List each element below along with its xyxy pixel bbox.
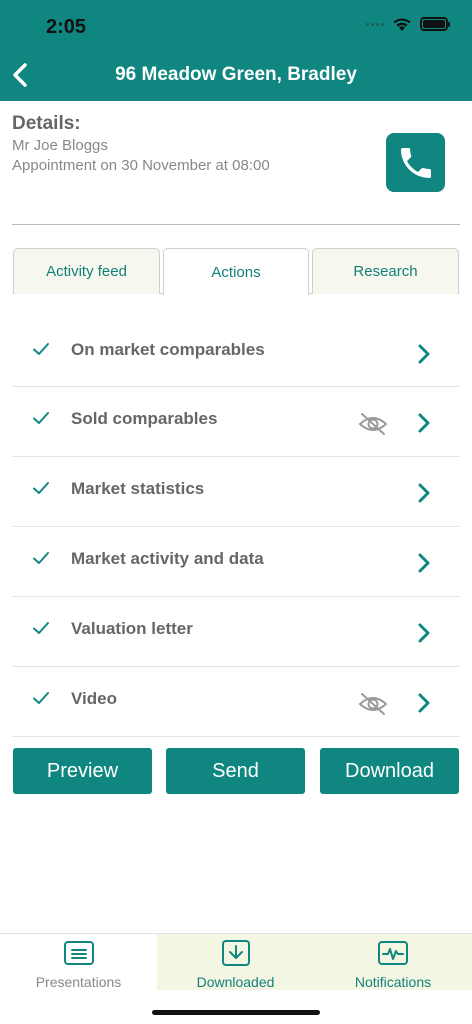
nav-presentations[interactable]: Presentations: [0, 934, 157, 990]
action-row-market-statistics[interactable]: Market statistics: [12, 457, 460, 527]
details-section: Details: Mr Joe Bloggs Appointment on 30…: [12, 113, 270, 175]
chevron-right-icon: [418, 344, 430, 364]
nav-downloaded[interactable]: Downloaded: [157, 934, 314, 990]
details-heading: Details:: [12, 113, 81, 134]
preview-button[interactable]: Preview: [13, 748, 152, 794]
call-button[interactable]: [386, 133, 445, 192]
app-header: 2:05 96 Meadow Green, Bradley: [0, 0, 472, 101]
action-row-valuation-letter[interactable]: Valuation letter: [12, 597, 460, 667]
check-icon: [33, 692, 49, 704]
action-label: Sold comparables: [71, 409, 218, 428]
status-time: 2:05: [46, 16, 87, 38]
tab-activity-feed[interactable]: Activity feed: [13, 248, 160, 294]
chevron-right-icon: [418, 623, 430, 643]
button-row: Preview Send Download: [13, 748, 459, 794]
nav-notifications[interactable]: Notifications: [314, 934, 472, 990]
tab-bar: Activity feed Actions Research: [12, 248, 460, 295]
divider: [12, 224, 460, 225]
download-button[interactable]: Download: [320, 748, 459, 794]
nav-label: Presentations: [35, 974, 122, 990]
check-icon: [33, 482, 49, 494]
eye-slash-icon[interactable]: [358, 412, 388, 436]
nav-label: Notifications: [354, 974, 432, 990]
battery-icon: [420, 17, 450, 31]
chevron-right-icon: [418, 693, 430, 713]
appointment-text: Appointment on 30 November at 08:00: [12, 157, 270, 174]
action-label: Market statistics: [71, 479, 205, 498]
page-title: 96 Meadow Green, Bradley: [115, 64, 357, 85]
activity-icon: [378, 941, 408, 965]
action-label: Valuation letter: [71, 619, 193, 638]
home-indicator: [152, 1010, 320, 1015]
action-row-video[interactable]: Video: [12, 667, 460, 737]
phone-icon: [400, 147, 431, 178]
check-icon: [33, 343, 49, 355]
action-label: On market comparables: [71, 340, 265, 359]
wifi-icon: [393, 18, 411, 31]
action-row-sold-comparables[interactable]: Sold comparables: [12, 387, 460, 457]
tab-research[interactable]: Research: [312, 248, 459, 294]
status-bar: 2:05: [0, 0, 472, 50]
action-label: Market activity and data: [71, 549, 264, 568]
check-icon: [33, 412, 49, 424]
eye-slash-icon[interactable]: [358, 692, 388, 716]
chevron-right-icon: [418, 553, 430, 573]
send-button[interactable]: Send: [166, 748, 305, 794]
chevron-right-icon: [418, 413, 430, 433]
tab-actions[interactable]: Actions: [163, 248, 309, 295]
action-row-on-market-comparables[interactable]: On market comparables: [12, 318, 460, 387]
action-row-market-activity-and-data[interactable]: Market activity and data: [12, 527, 460, 597]
action-label: Video: [71, 689, 117, 708]
client-name: Mr Joe Bloggs: [12, 137, 108, 154]
check-icon: [33, 552, 49, 564]
actions-list: On market comparables Sold comparables M…: [12, 318, 460, 737]
presentation-icon: [63, 941, 94, 965]
cellular-signal-icon: [366, 22, 384, 26]
chevron-right-icon: [418, 483, 430, 503]
nav-label: Downloaded: [196, 974, 275, 990]
status-icons: [366, 16, 450, 32]
check-icon: [33, 622, 49, 634]
download-icon: [221, 940, 250, 966]
